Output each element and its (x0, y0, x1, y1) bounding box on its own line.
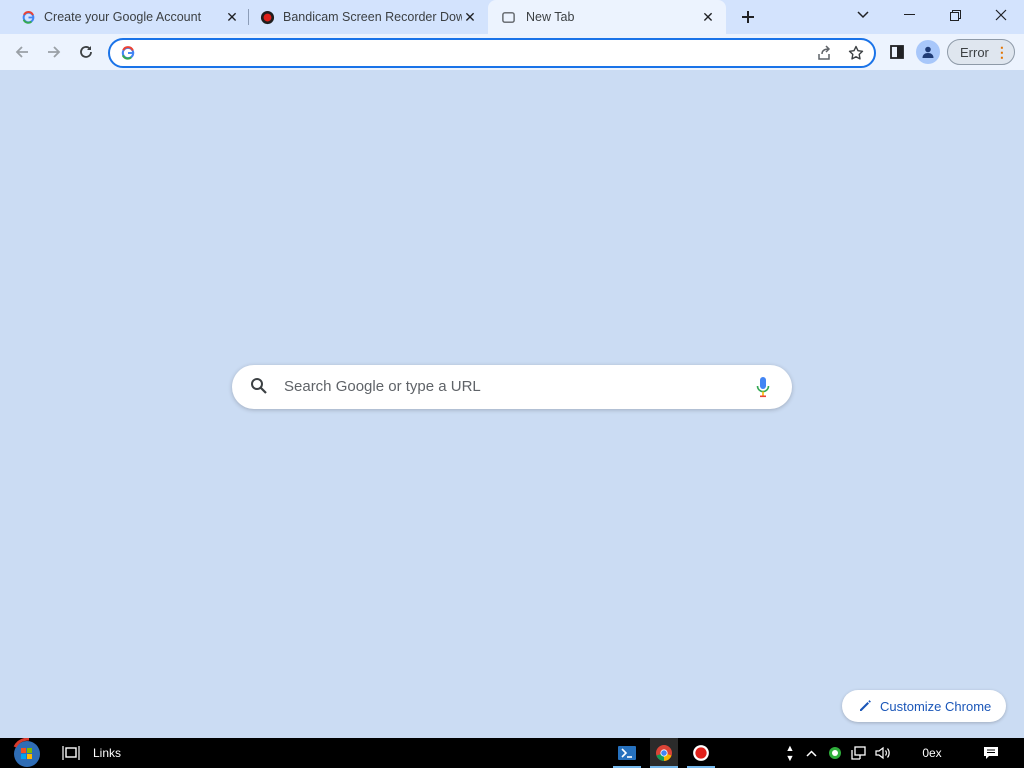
taskbar: Links ▲ ▼ 0ex (0, 738, 1024, 768)
tab-close-icon[interactable]: ✕ (700, 9, 716, 25)
tab-close-icon[interactable]: ✕ (224, 9, 240, 25)
volume-icon[interactable] (873, 738, 893, 768)
start-orb-icon[interactable] (8, 738, 46, 768)
profile-avatar-icon[interactable] (916, 40, 940, 64)
side-panel-icon[interactable] (884, 39, 910, 65)
tab-title: Create your Google Account (44, 10, 202, 24)
customize-chrome-button[interactable]: Customize Chrome (842, 690, 1006, 722)
browser-toolbar: Error ⋮ (0, 34, 1024, 70)
microphone-icon[interactable] (756, 376, 770, 403)
bandicam-taskbar-icon[interactable] (687, 738, 715, 768)
tab-search-chevron-icon[interactable] (840, 0, 886, 30)
google-g-icon (20, 9, 36, 25)
restore-icon[interactable] (932, 0, 978, 30)
bookmark-star-icon[interactable] (846, 43, 866, 63)
bandicam-tray-icon[interactable] (826, 738, 844, 768)
error-label: Error (960, 44, 989, 60)
bandicam-record-icon (259, 9, 275, 25)
tab-create-google-account[interactable]: Create your Google Account ✕ (0, 0, 248, 34)
menu-dots-icon: ⋮ (994, 44, 1009, 60)
powershell-icon[interactable] (613, 738, 641, 768)
tab-new-tab[interactable]: New Tab ✕ (488, 0, 726, 34)
new-tab-icon (500, 9, 516, 25)
forward-arrow-icon[interactable] (41, 39, 67, 65)
ntp-search-box[interactable]: Search Google or type a URL (232, 365, 792, 409)
back-arrow-icon[interactable] (9, 39, 35, 65)
links-scroll-arrows-icon[interactable]: ▲ ▼ (783, 738, 797, 768)
search-icon (250, 377, 268, 400)
minimize-icon[interactable] (886, 0, 932, 30)
clock[interactable]: 0ex (912, 738, 952, 768)
network-icon[interactable] (850, 738, 868, 768)
chrome-taskbar-icon[interactable] (650, 738, 678, 768)
show-hidden-icons-chevron-icon[interactable] (803, 738, 819, 768)
profile-error-button[interactable]: Error ⋮ (947, 39, 1015, 65)
google-g-icon (120, 45, 136, 66)
tab-bandicam[interactable]: Bandicam Screen Recorder Download ✕ (248, 0, 488, 34)
address-bar[interactable] (108, 38, 876, 68)
share-icon[interactable] (814, 43, 834, 63)
tab-title: New Tab (526, 10, 575, 24)
tab-strip: Create your Google Account ✕ Bandicam Sc… (0, 0, 1024, 34)
tab-title: Bandicam Screen Recorder Download (283, 10, 462, 24)
window-close-icon[interactable] (978, 0, 1024, 30)
new-tab-plus-icon[interactable] (736, 5, 760, 29)
reload-icon[interactable] (73, 39, 99, 65)
task-view-icon[interactable] (60, 743, 82, 763)
customize-label: Customize Chrome (880, 698, 992, 714)
links-toolbar-label[interactable]: Links (93, 746, 121, 760)
search-placeholder: Search Google or type a URL (284, 378, 481, 395)
tab-close-icon[interactable]: ✕ (462, 9, 478, 25)
pencil-icon (858, 699, 872, 713)
action-center-icon[interactable] (978, 738, 1004, 768)
address-input[interactable] (146, 43, 790, 65)
